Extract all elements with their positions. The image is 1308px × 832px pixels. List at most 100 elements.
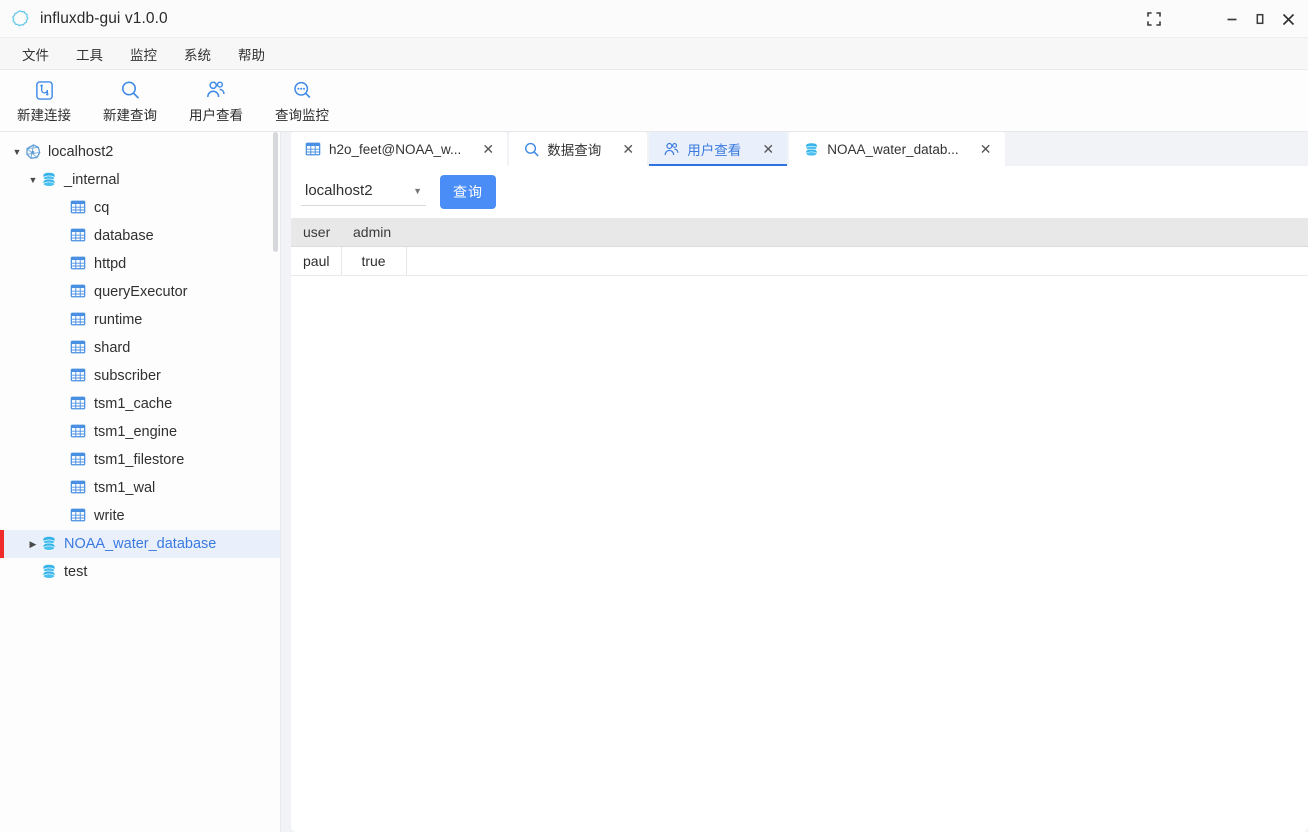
tree-node-label: httpd: [94, 256, 127, 272]
menu-item-monitor[interactable]: 监控: [122, 40, 165, 68]
maximize-icon: [1256, 13, 1264, 25]
measurement-icon: [305, 141, 322, 158]
toolbar: 新建连接 新建查询 用户查看 查询监控: [0, 70, 1308, 132]
database-icon: [40, 563, 58, 581]
tree-node-tsm1-engine[interactable]: tsm1_engine: [0, 418, 280, 446]
database-icon: [806, 142, 818, 156]
measurement-icon: [70, 367, 88, 385]
table-body: paul true: [291, 246, 1308, 276]
tab-2[interactable]: 用户查看 ✕: [649, 132, 788, 166]
table-cell: true: [341, 246, 407, 276]
database-icon: [43, 172, 55, 187]
sidebar-tree-panel: ▼ localhost2 ▼ _internal cq database httpd quer…: [0, 132, 281, 832]
measurement-icon: [70, 256, 86, 270]
database-icon: [803, 141, 820, 158]
menu-item-file[interactable]: 文件: [14, 40, 57, 68]
chevron-down-icon[interactable]: ▼: [10, 147, 24, 157]
menu-bar: 文件 工具 监控 系统 帮助: [0, 38, 1308, 70]
tree-node-tsm1-cache[interactable]: tsm1_cache: [0, 390, 280, 418]
connection-select-value: localhost2: [305, 182, 373, 199]
tab-1[interactable]: 数据查询 ✕: [509, 132, 648, 166]
users-icon: [663, 141, 680, 158]
tree-node-shard[interactable]: shard: [0, 334, 280, 362]
search-icon: [525, 142, 539, 156]
results-table: user admin paul true: [291, 218, 1308, 276]
tree-node-httpd[interactable]: httpd: [0, 250, 280, 278]
table-cell-filler: [406, 246, 1308, 276]
tree-node-label: test: [64, 564, 88, 580]
measurement-icon: [70, 227, 88, 245]
title-bar: influxdb-gui v1.0.0: [0, 0, 1308, 38]
column-header-admin[interactable]: admin: [341, 218, 406, 247]
server-icon: [24, 143, 42, 161]
measurement-icon: [70, 423, 88, 441]
tree-node-runtime[interactable]: runtime: [0, 306, 280, 334]
toolbar-users-view[interactable]: 用户查看: [180, 77, 252, 124]
tab-close-icon[interactable]: ✕: [761, 141, 775, 158]
minimize-icon: [1227, 18, 1237, 21]
measurement-icon: [70, 228, 86, 242]
tree-node-write[interactable]: write: [0, 502, 280, 530]
connection-select[interactable]: localhost2 ▼: [301, 178, 426, 206]
tree-node-test[interactable]: test: [0, 558, 280, 586]
database-icon: [40, 535, 58, 553]
table-header-row: user admin: [291, 218, 1308, 247]
chevron-down-icon[interactable]: ▼: [26, 175, 40, 185]
tab-0[interactable]: h2o_feet@NOAA_w... ✕: [291, 132, 508, 166]
tree-node-queryexecutor[interactable]: queryExecutor: [0, 278, 280, 306]
toolbar-query-monitor[interactable]: 查询监控: [266, 77, 338, 124]
tree-node--internal[interactable]: ▼ _internal: [0, 166, 280, 194]
users-icon: [205, 79, 227, 101]
tree-node-cq[interactable]: cq: [0, 194, 280, 222]
tree-node-label: NOAA_water_database: [64, 536, 217, 552]
menu-item-system[interactable]: 系统: [176, 40, 219, 68]
tree-node-label: localhost2: [48, 144, 114, 160]
column-header-filler: [406, 218, 1308, 247]
window-controls: [1140, 0, 1308, 38]
toolbar-new-query[interactable]: 新建查询: [94, 77, 166, 124]
user-view-panel: localhost2 ▼ 查询 user admin paul true: [291, 166, 1308, 832]
tab-label: 用户查看: [687, 143, 742, 158]
toolbar-new-connection[interactable]: 新建连接: [8, 77, 80, 124]
tab-close-icon[interactable]: ✕: [481, 141, 495, 158]
tab-close-icon[interactable]: ✕: [621, 141, 635, 158]
toolbar-label: 新建连接: [17, 108, 71, 123]
tab-bar: h2o_feet@NOAA_w... ✕ 数据查询 ✕ 用户查看 ✕ NOAA_water_…: [281, 132, 1308, 166]
fullscreen-button[interactable]: [1140, 0, 1168, 38]
tree-node-label: tsm1_filestore: [94, 452, 185, 468]
measurement-icon: [70, 395, 88, 413]
main-body: ▼ localhost2 ▼ _internal cq database httpd quer…: [0, 132, 1308, 832]
measurement-icon: [70, 312, 86, 326]
query-monitor-icon: [291, 79, 313, 101]
tab-close-icon[interactable]: ✕: [979, 141, 993, 158]
run-query-button[interactable]: 查询: [440, 175, 496, 209]
menu-item-tools[interactable]: 工具: [68, 40, 111, 68]
tree-node-tsm1-filestore[interactable]: tsm1_filestore: [0, 446, 280, 474]
tab-3[interactable]: NOAA_water_datab... ✕: [789, 132, 1005, 166]
tree-node-label: database: [94, 228, 154, 244]
tree-node-tsm1-wal[interactable]: tsm1_wal: [0, 474, 280, 502]
menu-item-help[interactable]: 帮助: [230, 40, 273, 68]
measurement-icon: [70, 452, 86, 466]
tree-node-localhost2[interactable]: ▼ localhost2: [0, 138, 280, 166]
new-connection-icon: [34, 79, 55, 101]
measurement-icon: [70, 480, 86, 494]
database-tree: ▼ localhost2 ▼ _internal cq database httpd quer…: [0, 132, 280, 586]
tree-node-database[interactable]: database: [0, 222, 280, 250]
measurement-icon: [70, 507, 88, 525]
tree-node-label: write: [94, 508, 125, 524]
toolbar-label: 查询监控: [275, 108, 329, 123]
minimize-button[interactable]: [1218, 0, 1246, 38]
measurement-icon: [70, 199, 88, 217]
measurement-icon: [70, 368, 86, 382]
table-row[interactable]: paul true: [291, 246, 1308, 276]
column-header-user[interactable]: user: [291, 218, 341, 247]
chevron-right-icon[interactable]: ▶: [26, 539, 40, 550]
users-icon: [664, 142, 679, 155]
sidebar-scrollbar[interactable]: [273, 132, 278, 252]
maximize-button[interactable]: [1246, 0, 1274, 38]
tree-node-subscriber[interactable]: subscriber: [0, 362, 280, 390]
tree-node-noaa-water-database[interactable]: ▶ NOAA_water_database: [0, 530, 280, 558]
close-button[interactable]: [1274, 0, 1302, 38]
tree-node-label: tsm1_engine: [94, 424, 178, 440]
